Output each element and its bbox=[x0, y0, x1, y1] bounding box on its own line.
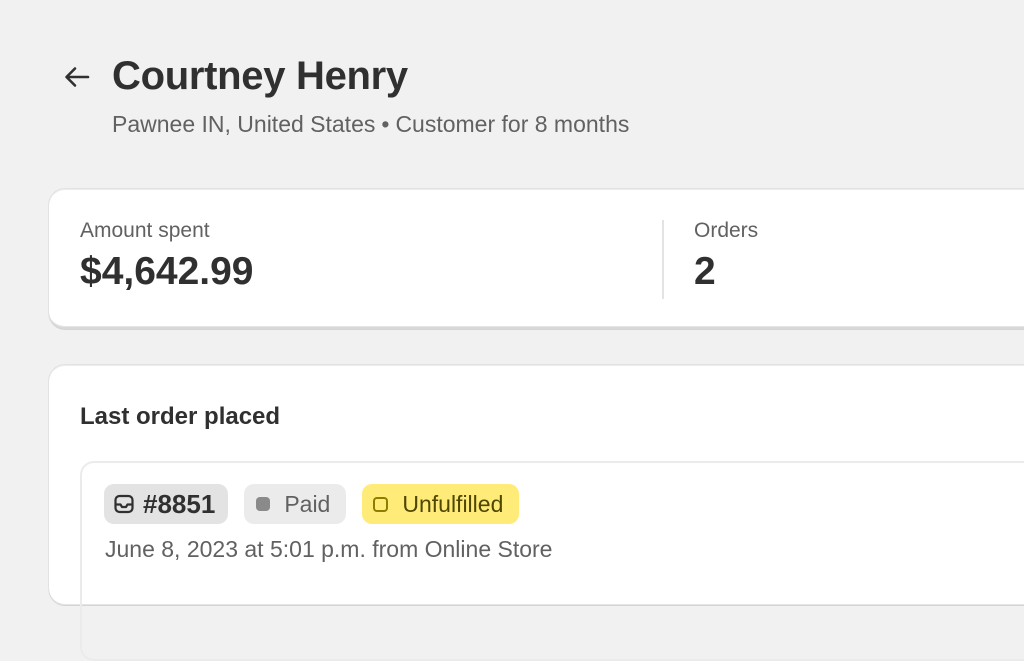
last-order-item[interactable]: #8851 Paid Unfulfilled June 8, 2023 at 5… bbox=[80, 461, 1024, 661]
last-order-card: Last order placed #8851 Paid Unfulfilled bbox=[49, 365, 1024, 661]
fulfillment-status-badge: Unfulfilled bbox=[362, 484, 520, 524]
customer-location: Pawnee IN, United States bbox=[112, 111, 376, 137]
order-tray-icon bbox=[113, 493, 135, 515]
subtitle-separator: • bbox=[381, 111, 390, 137]
customer-subtitle: Pawnee IN, United States • Customer for 8 … bbox=[112, 110, 629, 138]
order-badges: #8851 Paid Unfulfilled bbox=[104, 484, 520, 524]
paid-status-icon bbox=[256, 497, 271, 511]
customer-tenure: Customer for 8 months bbox=[395, 111, 630, 137]
amount-spent-value: $4,642.99 bbox=[80, 250, 254, 293]
fulfillment-status-label: Unfulfilled bbox=[402, 490, 504, 517]
last-order-title: Last order placed bbox=[80, 403, 281, 430]
amount-spent-stat: Amount spent $4,642.99 bbox=[80, 217, 254, 295]
order-date-source: June 8, 2023 at 5:01 p.m. from Online St… bbox=[105, 536, 553, 562]
payment-status-badge: Paid bbox=[244, 484, 347, 524]
order-number-badge[interactable]: #8851 bbox=[104, 484, 229, 524]
order-number: #8851 bbox=[143, 488, 216, 519]
unfulfilled-status-icon bbox=[373, 496, 389, 512]
payment-status-label: Paid bbox=[284, 490, 331, 517]
back-button[interactable] bbox=[60, 60, 94, 94]
arrow-left-icon bbox=[65, 67, 90, 87]
page-title: Courtney Henry bbox=[112, 54, 408, 98]
orders-value: 2 bbox=[694, 250, 716, 293]
orders-label: Orders bbox=[694, 219, 759, 242]
stats-divider bbox=[662, 220, 664, 299]
amount-spent-label: Amount spent bbox=[80, 219, 210, 242]
customer-stats-card: Amount spent $4,642.99 Orders 2 bbox=[49, 189, 1024, 329]
orders-stat: Orders 2 bbox=[694, 217, 758, 295]
